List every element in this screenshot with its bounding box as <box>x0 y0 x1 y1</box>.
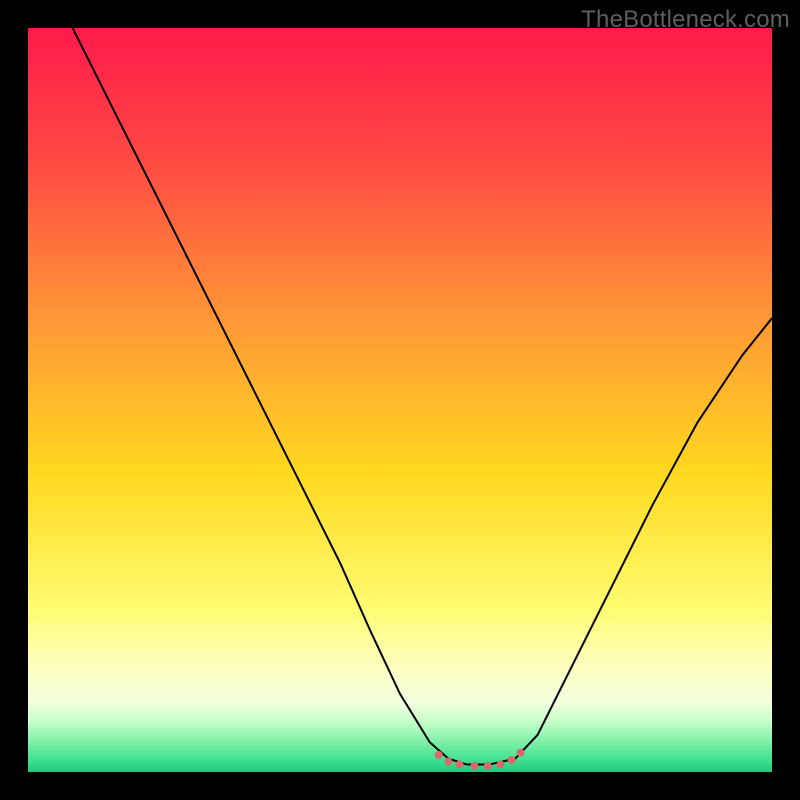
plot-area <box>28 28 772 772</box>
valley-point <box>484 762 492 770</box>
valley-point <box>444 758 452 766</box>
valley-point <box>456 761 464 769</box>
valley-point <box>517 749 525 757</box>
chart-svg <box>28 28 772 772</box>
valley-point <box>496 761 504 769</box>
gradient-background <box>28 28 772 772</box>
valley-point <box>435 751 443 759</box>
chart-frame: TheBottleneck.com <box>0 0 800 800</box>
valley-point <box>470 762 478 770</box>
valley-point <box>508 756 516 764</box>
